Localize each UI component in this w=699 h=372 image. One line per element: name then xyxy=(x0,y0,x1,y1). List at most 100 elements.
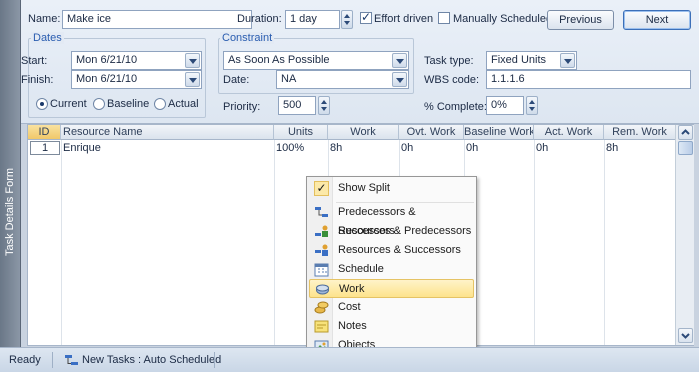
start-label: Start: xyxy=(21,55,48,67)
percent-complete-label: % Complete: xyxy=(424,101,487,113)
chevron-down-icon[interactable] xyxy=(392,53,407,68)
work-cell[interactable]: 8h xyxy=(330,141,342,155)
scroll-down-button[interactable] xyxy=(678,328,693,343)
status-bar: Ready New Tasks : Auto Scheduled xyxy=(0,347,699,372)
notes-icon xyxy=(314,320,329,333)
calendar-icon xyxy=(314,263,329,277)
finish-date-value: Mon 6/21/10 xyxy=(76,73,138,85)
previous-button[interactable]: Previous xyxy=(547,10,614,30)
duration-input[interactable]: 1 day xyxy=(285,10,340,29)
menu-item-label: Show Split xyxy=(338,182,390,194)
check-icon: ✓ xyxy=(314,181,329,196)
chevron-down-icon[interactable] xyxy=(185,72,200,87)
task-type-select[interactable]: Fixed Units xyxy=(486,51,577,70)
units-cell[interactable]: 100% xyxy=(276,141,304,155)
current-radio-label: Current xyxy=(50,98,87,110)
context-menu: ✓ Show Split Predecessors & Successors R… xyxy=(306,176,477,356)
menu-item-show-split[interactable]: ✓ Show Split xyxy=(309,179,474,198)
wbs-code-label: WBS code: xyxy=(424,74,480,86)
new-tasks-mode-label: New Tasks : Auto Scheduled xyxy=(82,354,222,366)
current-radio[interactable] xyxy=(36,98,48,110)
constraint-date-value: NA xyxy=(281,73,297,85)
side-tab-label: Task Details Form xyxy=(4,167,16,256)
effort-driven-label: Effort driven xyxy=(374,13,434,25)
menu-item-label: Cost xyxy=(338,301,361,313)
status-ready: Ready xyxy=(9,354,41,366)
menu-item-work[interactable]: Work xyxy=(309,279,474,298)
menu-item-schedule[interactable]: Schedule xyxy=(309,260,474,279)
next-button[interactable]: Next xyxy=(623,10,691,30)
auto-schedule-icon xyxy=(65,355,78,365)
menu-item-cost[interactable]: Cost xyxy=(309,298,474,317)
status-separator xyxy=(52,352,53,368)
row-id-cell[interactable]: 1 xyxy=(30,141,60,155)
duration-spinner[interactable] xyxy=(341,10,353,29)
finish-label: Finish: xyxy=(21,74,54,86)
scrollbar-thumb[interactable] xyxy=(678,141,693,155)
menu-item-label: Notes xyxy=(338,320,367,332)
wbs-code-input[interactable]: 1.1.1.6 xyxy=(486,70,691,89)
constraint-date-select[interactable]: NA xyxy=(276,70,409,89)
act-work-cell[interactable]: 0h xyxy=(536,141,548,155)
resource-name-cell[interactable]: Enrique xyxy=(63,141,101,155)
percent-complete-spinner[interactable] xyxy=(526,96,538,115)
task-type-value: Fixed Units xyxy=(491,54,547,66)
constraint-type-value: As Soon As Possible xyxy=(228,54,330,66)
column-header-work[interactable]: Work xyxy=(328,125,399,140)
chevron-down-icon[interactable] xyxy=(560,53,575,68)
predecessors-successors-icon xyxy=(315,207,328,217)
priority-input[interactable]: 500 xyxy=(278,96,316,115)
rem-work-cell[interactable]: 8h xyxy=(606,141,618,155)
start-date-select[interactable]: Mon 6/21/10 xyxy=(71,51,202,70)
task-form-panel: Name: Make ice Duration: 1 day Effort dr… xyxy=(21,0,699,124)
menu-item-label: Work xyxy=(339,283,365,295)
manually-scheduled-label: Manually Scheduled xyxy=(453,13,553,25)
menu-item-label: Resources & Predecessors xyxy=(338,225,472,237)
menu-item-predecessors-successors[interactable]: Predecessors & Successors xyxy=(309,203,474,237)
menu-item-label: Schedule xyxy=(338,263,384,275)
column-header-act-work[interactable]: Act. Work xyxy=(534,125,604,140)
work-icon xyxy=(316,284,329,295)
priority-spinner[interactable] xyxy=(318,96,330,115)
baseline-work-cell[interactable]: 0h xyxy=(466,141,478,155)
menu-item-notes[interactable]: Notes xyxy=(309,317,474,336)
column-header-ovt-work[interactable]: Ovt. Work xyxy=(399,125,464,140)
column-header-units[interactable]: Units xyxy=(274,125,328,140)
effort-driven-checkbox[interactable] xyxy=(360,10,372,24)
percent-complete-input[interactable]: 0% xyxy=(486,96,524,115)
actual-radio[interactable] xyxy=(154,98,166,110)
chevron-down-icon[interactable] xyxy=(185,53,200,68)
menu-item-resources-predecessors[interactable]: Resources & Predecessors xyxy=(309,222,474,241)
name-label: Name: xyxy=(28,13,61,25)
chevron-up-icon xyxy=(681,129,690,135)
scroll-up-button[interactable] xyxy=(678,125,693,140)
duration-label: Duration: xyxy=(237,13,282,25)
resources-successors-icon xyxy=(315,244,328,256)
task-name-input[interactable]: Make ice xyxy=(62,10,252,29)
column-header-baseline-work[interactable]: Baseline Work xyxy=(464,125,534,140)
column-header-resource-name[interactable]: Resource Name xyxy=(61,125,274,140)
dates-group-title: Dates xyxy=(31,32,64,44)
menu-item-resources-successors[interactable]: Resources & Successors xyxy=(309,241,474,260)
ovt-work-cell[interactable]: 0h xyxy=(401,141,413,155)
cost-icon xyxy=(314,301,329,314)
priority-label: Priority: xyxy=(223,101,261,113)
task-details-form-side-tab: Task Details Form xyxy=(0,0,21,347)
actual-radio-label: Actual xyxy=(168,98,199,110)
column-header-rem-work[interactable]: Rem. Work xyxy=(604,125,676,140)
resources-predecessors-icon xyxy=(315,225,328,237)
menu-item-label: Resources & Successors xyxy=(338,244,461,256)
vertical-scrollbar[interactable] xyxy=(675,125,694,345)
chevron-down-icon xyxy=(681,333,690,339)
manually-scheduled-checkbox[interactable] xyxy=(438,12,450,24)
baseline-radio-label: Baseline xyxy=(107,98,150,110)
status-separator xyxy=(214,352,215,368)
finish-date-select[interactable]: Mon 6/21/10 xyxy=(71,70,202,89)
constraint-type-select[interactable]: As Soon As Possible xyxy=(223,51,409,70)
constraint-date-label: Date: xyxy=(223,74,250,86)
new-tasks-mode-button[interactable]: New Tasks : Auto Scheduled xyxy=(60,352,221,369)
start-date-value: Mon 6/21/10 xyxy=(76,54,138,66)
chevron-down-icon[interactable] xyxy=(392,72,407,87)
column-header-id[interactable]: ID xyxy=(28,125,61,140)
baseline-radio[interactable] xyxy=(93,98,105,110)
